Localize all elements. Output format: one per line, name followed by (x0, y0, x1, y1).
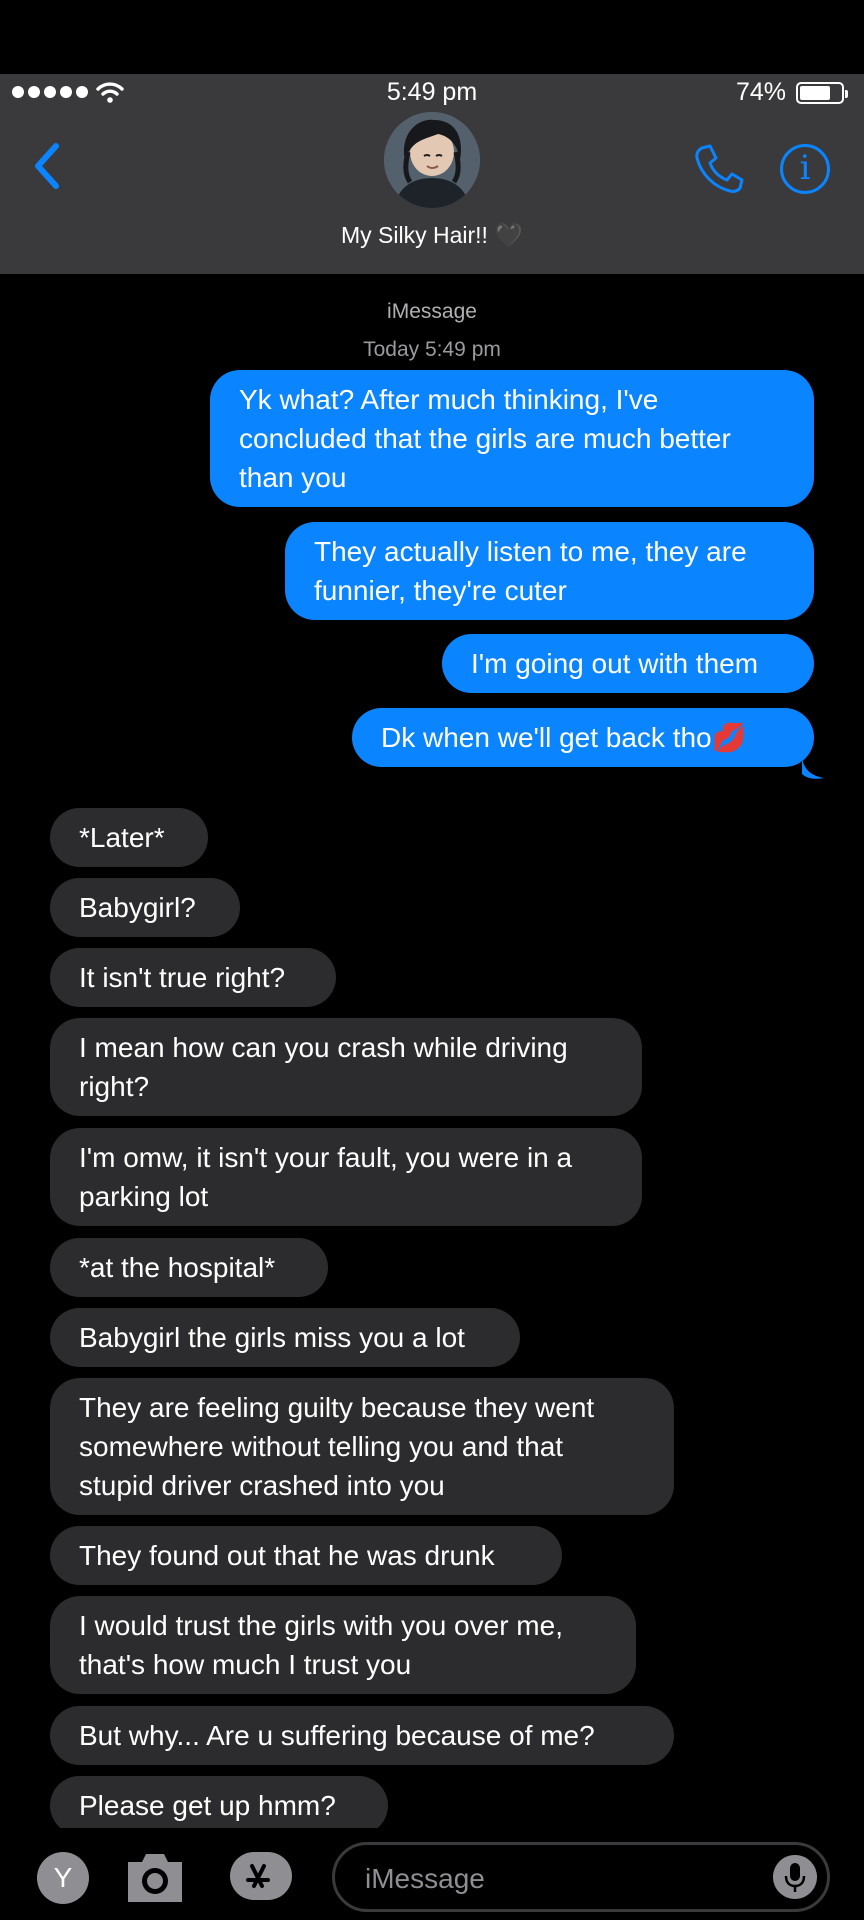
message-input-placeholder: iMessage (365, 1863, 485, 1894)
message-bubble-sent[interactable]: Yk what? After much thinking, I've concl… (210, 370, 814, 507)
message-bubble-received[interactable]: They are feeling guilty because they wen… (50, 1378, 674, 1515)
camera-icon[interactable] (124, 1848, 186, 1906)
message-bubble-received[interactable]: I mean how can you crash while driving r… (50, 1018, 642, 1116)
message-bubble-sent[interactable]: Dk when we'll get back tho💋 (352, 708, 814, 767)
contact-avatar[interactable] (384, 112, 480, 208)
message-bubble-received[interactable]: I'm omw, it isn't your fault, you were i… (50, 1128, 642, 1226)
message-bubble-received[interactable]: I would trust the girls with you over me… (50, 1596, 636, 1694)
battery-fill (800, 86, 830, 100)
status-time: 5:49 pm (386, 78, 478, 106)
message-input[interactable]: iMessage (332, 1842, 830, 1912)
message-bubble-received[interactable]: *at the hospital* (50, 1238, 328, 1297)
battery-percentage: 74% (735, 78, 786, 106)
message-bubble-received[interactable]: Babygirl the girls miss you a lot (50, 1308, 520, 1367)
message-bubble-received[interactable]: It isn't true right? (50, 948, 336, 1007)
message-composer: Y iMessage (0, 1828, 864, 1920)
message-bubble-sent[interactable]: I'm going out with them (442, 634, 814, 693)
contact-name[interactable]: My Silky Hair!! 🖤 (0, 222, 864, 249)
message-bubble-received[interactable]: Please get up hmm? (50, 1776, 388, 1828)
message-bubble-sent[interactable]: They actually listen to me, they are fun… (285, 522, 814, 620)
info-icon[interactable]: i (780, 144, 830, 194)
user-avatar-button[interactable]: Y (37, 1852, 89, 1904)
back-button[interactable] (28, 136, 68, 196)
message-bubble-received[interactable]: They found out that he was drunk (50, 1526, 562, 1585)
battery-icon (796, 82, 848, 104)
message-bubble-received[interactable]: *Later* (50, 808, 208, 867)
sent-bubble-tail (802, 758, 824, 779)
conversation-header: 5:49 pm 74% My Silky Hair!! 🖤 i (0, 74, 864, 274)
message-list[interactable]: Yk what? After much thinking, I've concl… (0, 300, 864, 1828)
microphone-icon[interactable] (773, 1855, 817, 1899)
top-black-strip (0, 0, 864, 74)
message-bubble-received[interactable]: Babygirl? (50, 878, 240, 937)
status-bar: 5:49 pm 74% (0, 74, 864, 114)
phone-icon[interactable] (692, 142, 744, 194)
message-bubble-received[interactable]: But why... Are u suffering because of me… (50, 1706, 674, 1765)
app-store-icon[interactable] (228, 1848, 294, 1904)
